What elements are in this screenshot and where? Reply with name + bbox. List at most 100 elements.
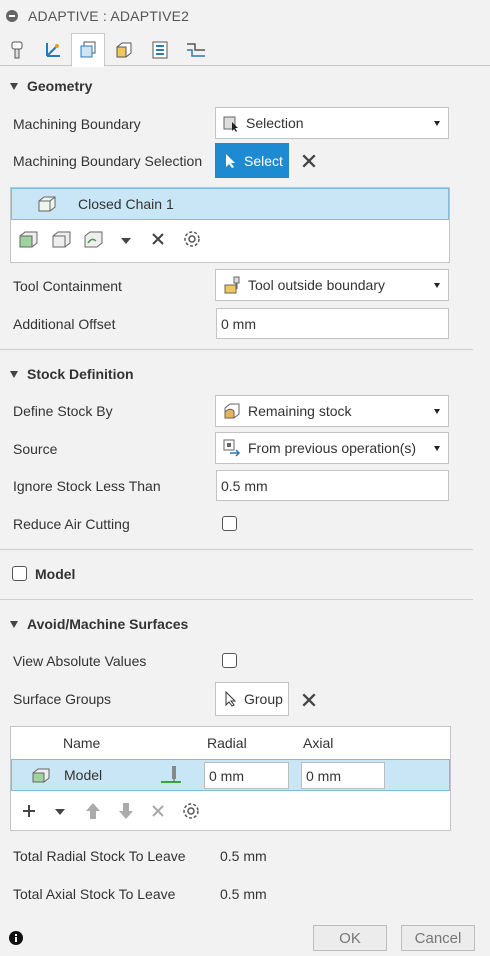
surface-groups-table: Name Radial Axial Model 0 mm 0 mm [10,726,451,831]
tool-axis-icon [46,42,60,57]
chevron-down-icon [434,121,440,126]
group-button-label: Group [244,691,283,707]
table-toolbar [11,803,449,833]
model-checkbox[interactable] [12,566,27,581]
collapse-icon[interactable] [6,10,18,22]
reduce-air-cutting-checkbox[interactable] [222,516,237,531]
stock-section-header[interactable]: Stock Definition [10,366,134,382]
define-stock-value: Remaining stock [248,403,352,419]
additional-offset-input[interactable]: 0 mm [216,308,449,339]
radial-input[interactable]: 0 mm [204,762,289,789]
cursor-icon [226,153,235,168]
total-axial-value: 0.5 mm [220,886,267,902]
remaining-stock-icon [224,403,240,419]
passes-icon [152,41,168,58]
chevron-down-icon [434,283,440,288]
clear-selection-icon[interactable] [301,153,317,169]
surface-model-icon [32,768,50,783]
machining-boundary-dropdown[interactable]: Selection [215,107,449,139]
source-label: Source [13,441,58,457]
boundary-selection-label: Machining Boundary Selection [13,153,203,169]
total-radial-label: Total Radial Stock To Leave [13,848,186,864]
select-button-label: Select [244,152,283,169]
source-value: From previous operation(s) [248,440,417,456]
remove-icon[interactable] [151,804,165,818]
move-up-icon[interactable] [85,801,101,821]
add-icon[interactable] [21,803,37,819]
gear-icon[interactable] [181,228,203,250]
define-stock-dropdown[interactable]: Remaining stock [215,395,449,427]
tab-linking[interactable] [179,33,213,66]
section-divider [0,599,473,600]
ignore-stock-input[interactable]: 0.5 mm [216,470,449,501]
dropdown-arrow-icon[interactable] [121,238,131,244]
section-divider [0,349,473,350]
define-stock-label: Define Stock By [13,403,113,419]
view-absolute-checkbox[interactable] [222,653,237,668]
stock-header-label: Stock Definition [27,366,134,382]
ok-button[interactable]: OK [313,925,387,951]
cancel-button[interactable]: Cancel [401,925,475,951]
chevron-down-icon [434,446,440,451]
expand-triangle-icon [10,82,18,90]
gear-icon[interactable] [180,800,202,822]
column-header-name: Name [63,735,101,751]
axial-input[interactable]: 0 mm [301,762,385,789]
avoid-section-header[interactable]: Avoid/Machine Surfaces [10,616,188,632]
closed-chain-icon [38,196,56,212]
additional-offset-label: Additional Offset [13,316,116,332]
tab-geometry[interactable] [71,33,105,67]
outer-boundary-icon[interactable] [18,228,40,250]
tool-containment-value: Tool outside boundary [248,277,385,293]
model-header-label: Model [35,566,76,582]
tool-containment-label: Tool Containment [13,278,122,294]
avoid-header-label: Avoid/Machine Surfaces [27,616,189,632]
total-axial-label: Total Axial Stock To Leave [13,886,176,902]
reduce-air-cutting-label: Reduce Air Cutting [13,516,130,532]
tool-icon [11,41,23,58]
tab-passes[interactable] [143,33,177,66]
dropdown-arrow-icon[interactable] [55,809,65,815]
remove-icon[interactable] [151,232,165,246]
list-item[interactable]: Closed Chain 1 [11,188,449,220]
selection-toolbar [11,228,449,258]
view-absolute-label: View Absolute Values [13,653,147,669]
closed-chain-label: Closed Chain 1 [78,196,174,212]
section-divider [0,549,473,550]
geometry-section-header[interactable]: Geometry [10,78,92,94]
expand-triangle-icon [10,620,18,628]
tab-bar [0,32,490,67]
tab-tool[interactable] [0,33,34,66]
tab-heights[interactable] [107,33,141,66]
boundary-selection-icon [223,116,238,132]
info-icon[interactable] [8,930,24,946]
source-dropdown[interactable]: From previous operation(s) [215,432,449,464]
boundary-selection-list: Closed Chain 1 [10,187,450,263]
expand-triangle-icon [10,370,18,378]
clear-group-icon[interactable] [301,692,317,708]
inner-boundary-icon[interactable] [51,228,73,250]
tool-containment-dropdown[interactable]: Tool outside boundary [215,269,449,301]
ignore-stock-label: Ignore Stock Less Than [13,478,161,494]
surface-groups-label: Surface Groups [13,691,112,707]
window-title: ADAPTIVE : ADAPTIVE2 [28,8,190,24]
column-header-radial: Radial [207,735,247,751]
column-header-axial: Axial [303,735,334,751]
total-radial-value: 0.5 mm [220,848,267,864]
previous-operation-icon [223,439,241,457]
group-button[interactable]: Group [215,682,289,716]
table-row[interactable]: Model 0 mm 0 mm [11,759,450,791]
chevron-down-icon [434,409,440,414]
move-down-icon[interactable] [118,801,134,821]
select-button[interactable]: Select [215,143,289,178]
tab-tool-axis[interactable] [36,33,70,66]
heights-icon [116,42,132,57]
machine-surface-icon[interactable] [160,764,182,786]
linking-icon [187,42,205,57]
cursor-icon [225,691,237,707]
row-name: Model [64,767,103,783]
title-bar: ADAPTIVE : ADAPTIVE2 [0,0,490,32]
geometry-header-label: Geometry [27,78,93,94]
silhouette-icon[interactable] [83,228,105,250]
machining-boundary-value: Selection [246,115,304,131]
